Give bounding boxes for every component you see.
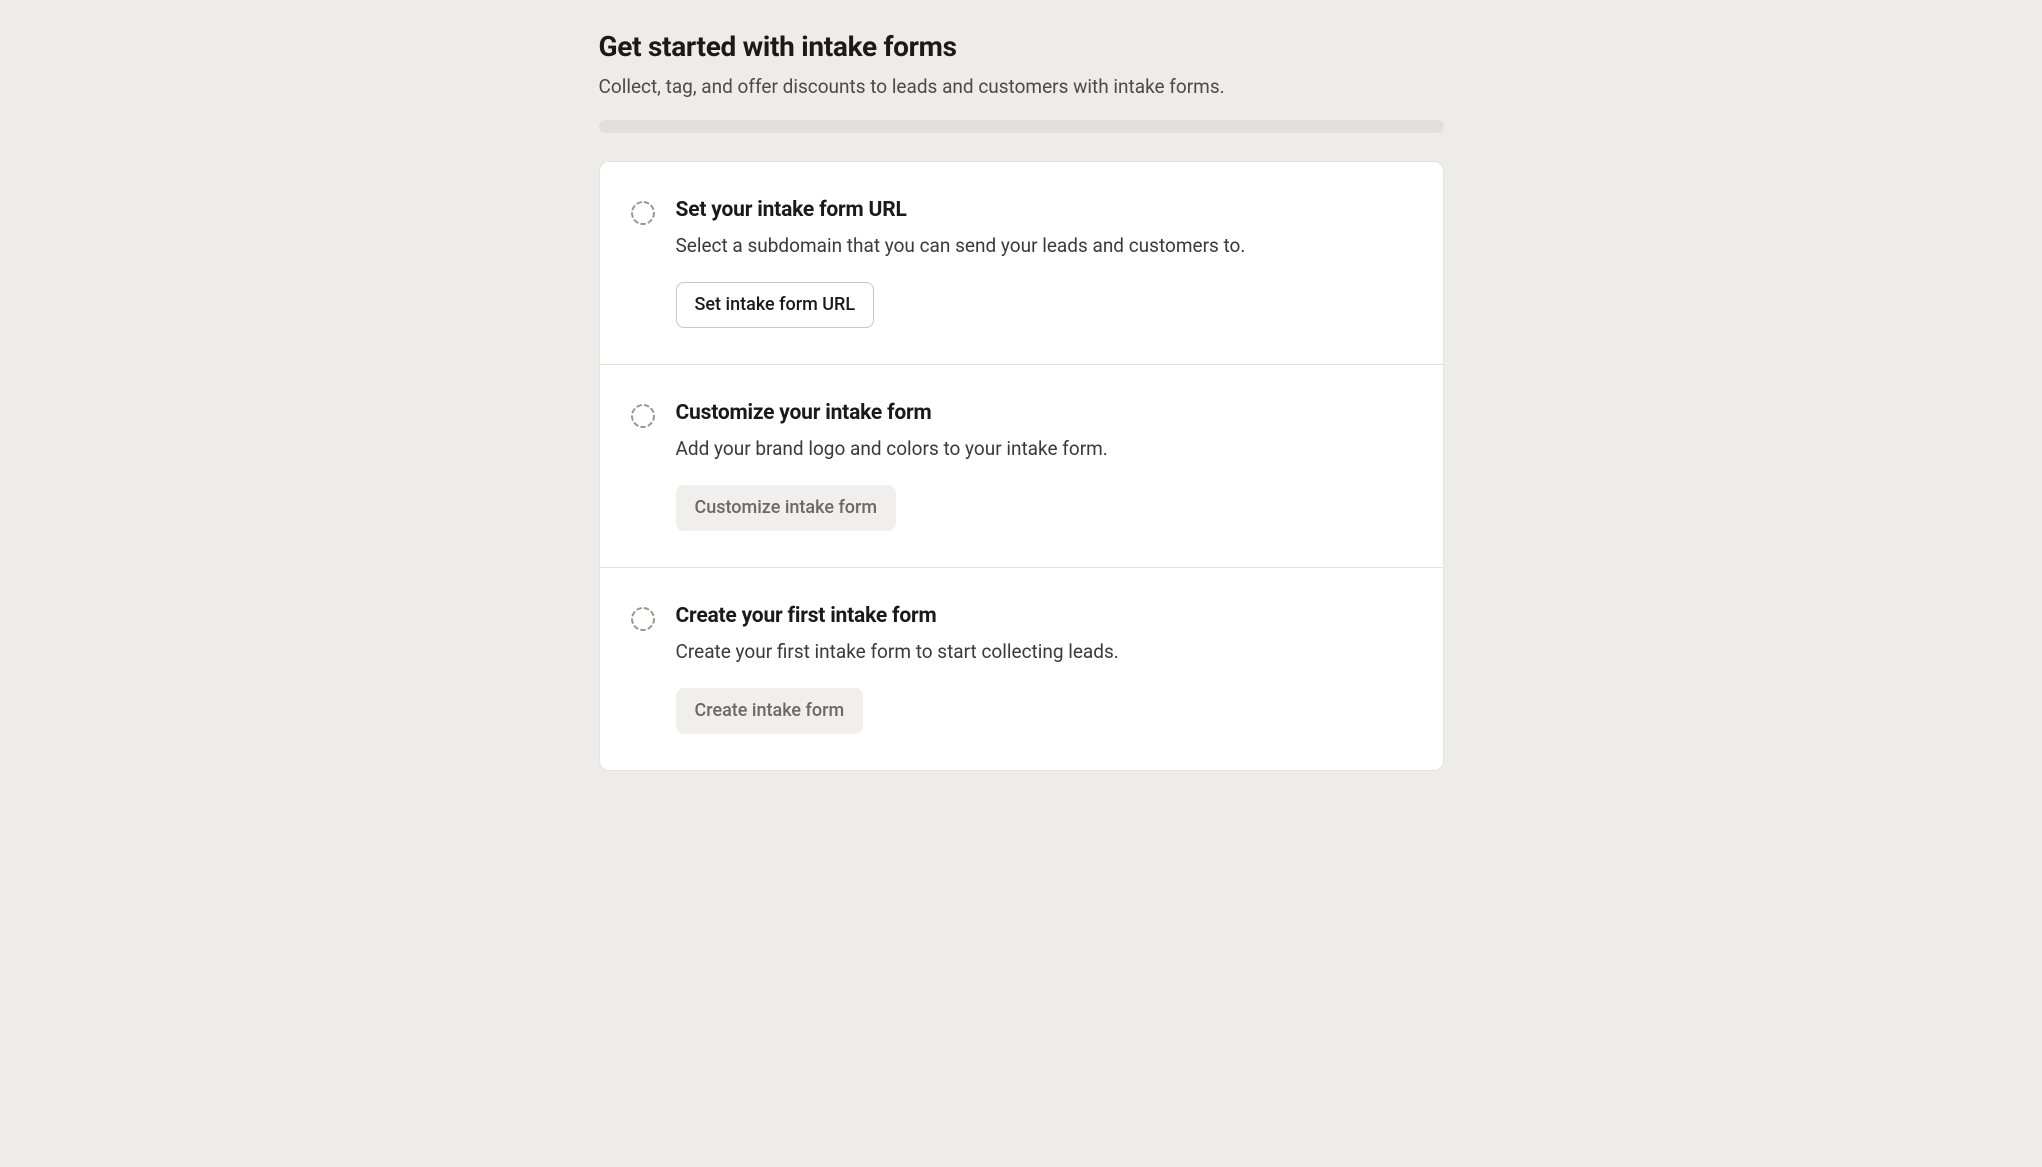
incomplete-circle-icon [630,606,656,632]
step-set-url: Set your intake form URL Select a subdom… [600,162,1443,365]
page-title: Get started with intake forms [599,30,1444,63]
step-customize: Customize your intake form Add your bran… [600,365,1443,568]
progress-bar [599,120,1444,133]
step-title: Create your first intake form [676,604,1413,628]
incomplete-circle-icon [630,403,656,429]
customize-intake-form-button[interactable]: Customize intake form [676,485,897,531]
step-title: Customize your intake form [676,401,1413,425]
set-intake-url-button[interactable]: Set intake form URL [676,282,875,328]
step-description: Select a subdomain that you can send you… [676,232,1413,261]
create-intake-form-button[interactable]: Create intake form [676,688,864,734]
incomplete-circle-icon [630,200,656,226]
steps-card: Set your intake form URL Select a subdom… [599,161,1444,771]
step-title: Set your intake form URL [676,198,1413,222]
step-description: Create your first intake form to start c… [676,638,1413,667]
page-header: Get started with intake forms Collect, t… [599,30,1444,102]
step-create: Create your first intake form Create you… [600,568,1443,770]
step-description: Add your brand logo and colors to your i… [676,435,1413,464]
page-subtitle: Collect, tag, and offer discounts to lea… [599,73,1444,102]
